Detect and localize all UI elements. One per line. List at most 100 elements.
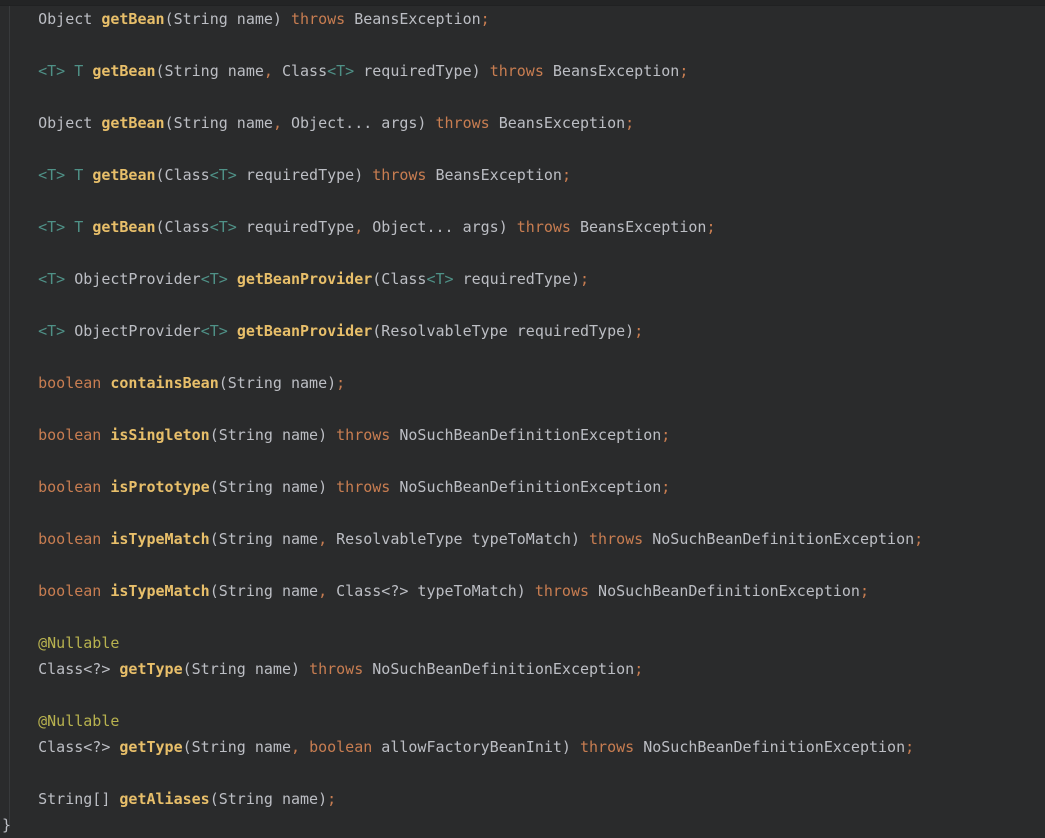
code-line-13[interactable]	[2, 344, 1045, 370]
code-token: NoSuchBeanDefinitionException	[363, 660, 634, 678]
code-token: getBeanProvider	[237, 322, 372, 340]
code-token	[300, 738, 309, 756]
code-token: ;	[706, 218, 715, 236]
code-token: throws	[336, 426, 390, 444]
code-token: ;	[634, 322, 643, 340]
code-token: boolean	[38, 426, 101, 444]
code-line-30[interactable]: String[] getAliases(String name);	[2, 786, 1045, 812]
code-token: Class<?>	[2, 660, 119, 678]
code-line-6[interactable]: <T> T getBean(Class<T> requiredType) thr…	[2, 162, 1045, 188]
code-line-10[interactable]: <T> ObjectProvider<T> getBeanProvider(Cl…	[2, 266, 1045, 292]
code-token	[2, 218, 38, 236]
code-token: ;	[580, 270, 589, 288]
code-line-25[interactable]: Class<?> getType(String name) throws NoS…	[2, 656, 1045, 682]
code-line-16[interactable]: boolean isSingleton(String name) throws …	[2, 422, 1045, 448]
code-line-5[interactable]	[2, 136, 1045, 162]
code-line-27[interactable]: @Nullable	[2, 708, 1045, 734]
code-token: Object	[2, 10, 101, 28]
code-line-2[interactable]: <T> T getBean(String name, Class<T> requ…	[2, 58, 1045, 84]
code-line-28[interactable]: Class<?> getType(String name, boolean al…	[2, 734, 1045, 760]
code-token: (String name	[210, 582, 318, 600]
code-line-14[interactable]: boolean containsBean(String name);	[2, 370, 1045, 396]
code-line-8[interactable]: <T> T getBean(Class<T> requiredType, Obj…	[2, 214, 1045, 240]
code-line-18[interactable]: boolean isPrototype(String name) throws …	[2, 474, 1045, 500]
code-token: ;	[562, 166, 571, 184]
code-token: ;	[905, 738, 914, 756]
code-token	[83, 166, 92, 184]
code-token	[65, 166, 74, 184]
code-line-20[interactable]: boolean isTypeMatch(String name, Resolva…	[2, 526, 1045, 552]
code-token	[2, 530, 38, 548]
code-token: (String name)	[183, 660, 309, 678]
code-token: <T>	[201, 270, 228, 288]
code-token: ,	[318, 530, 327, 548]
code-line-21[interactable]	[2, 552, 1045, 578]
code-token: <T>	[327, 62, 354, 80]
code-token	[2, 634, 38, 652]
code-token: ;	[860, 582, 869, 600]
code-token: Object... args)	[363, 218, 517, 236]
code-line-0[interactable]: Object getBean(String name) throws Beans…	[2, 6, 1045, 32]
code-token: ;	[625, 114, 634, 132]
code-token: (String name)	[210, 790, 327, 808]
code-token: (String name	[210, 530, 318, 548]
code-line-31[interactable]: }	[2, 812, 1045, 838]
code-line-4[interactable]: Object getBean(String name, Object... ar…	[2, 110, 1045, 136]
code-line-29[interactable]	[2, 760, 1045, 786]
code-token: Object... args)	[282, 114, 436, 132]
code-token: throws	[580, 738, 634, 756]
code-line-19[interactable]	[2, 500, 1045, 526]
code-line-15[interactable]	[2, 396, 1045, 422]
code-line-1[interactable]	[2, 32, 1045, 58]
code-token: T	[74, 166, 83, 184]
code-line-24[interactable]: @Nullable	[2, 630, 1045, 656]
code-token: throws	[517, 218, 571, 236]
code-line-9[interactable]	[2, 240, 1045, 266]
code-line-7[interactable]	[2, 188, 1045, 214]
code-token: ,	[273, 114, 282, 132]
code-token: boolean	[38, 478, 101, 496]
code-token: getBean	[101, 10, 164, 28]
code-token: BeansException	[544, 62, 679, 80]
code-area[interactable]: Object getBean (String name) throws Beans…	[2, 6, 1045, 838]
code-token: getBean	[92, 166, 155, 184]
code-line-23[interactable]	[2, 604, 1045, 630]
code-token: throws	[535, 582, 589, 600]
code-token: isTypeMatch	[110, 530, 209, 548]
code-token: throws	[309, 660, 363, 678]
code-token: ;	[481, 10, 490, 28]
code-token: BeansException	[490, 114, 625, 132]
code-line-26[interactable]	[2, 682, 1045, 708]
code-line-11[interactable]	[2, 292, 1045, 318]
code-editor[interactable]: Object getBean (String name) throws Beans…	[0, 0, 1045, 828]
code-token: throws	[372, 166, 426, 184]
code-token: ;	[679, 62, 688, 80]
code-token: getBeanProvider	[237, 270, 372, 288]
code-token: <T>	[201, 322, 228, 340]
code-token: (Class	[156, 166, 210, 184]
code-token: ;	[661, 426, 670, 444]
code-line-3[interactable]	[2, 84, 1045, 110]
code-token: ObjectProvider	[65, 322, 200, 340]
code-token: getType	[119, 660, 182, 678]
code-token: containsBean	[110, 374, 218, 392]
code-token: getAliases	[119, 790, 209, 808]
code-token: Object	[2, 114, 101, 132]
code-token: getBean	[92, 62, 155, 80]
code-token: String[]	[2, 790, 119, 808]
code-token: (ResolvableType requiredType)	[372, 322, 634, 340]
code-line-22[interactable]: boolean isTypeMatch(String name, Class<?…	[2, 578, 1045, 604]
code-token: NoSuchBeanDefinitionException	[390, 426, 661, 444]
code-token: boolean	[309, 738, 372, 756]
code-token: BeansException	[426, 166, 561, 184]
code-token: Class	[273, 62, 327, 80]
code-token	[2, 62, 38, 80]
code-token: ;	[327, 790, 336, 808]
code-line-12[interactable]: <T> ObjectProvider<T> getBeanProvider(Re…	[2, 318, 1045, 344]
code-token	[2, 166, 38, 184]
code-token: NoSuchBeanDefinitionException	[589, 582, 860, 600]
code-token: isPrototype	[110, 478, 209, 496]
code-token	[2, 478, 38, 496]
code-line-17[interactable]	[2, 448, 1045, 474]
code-token	[83, 218, 92, 236]
